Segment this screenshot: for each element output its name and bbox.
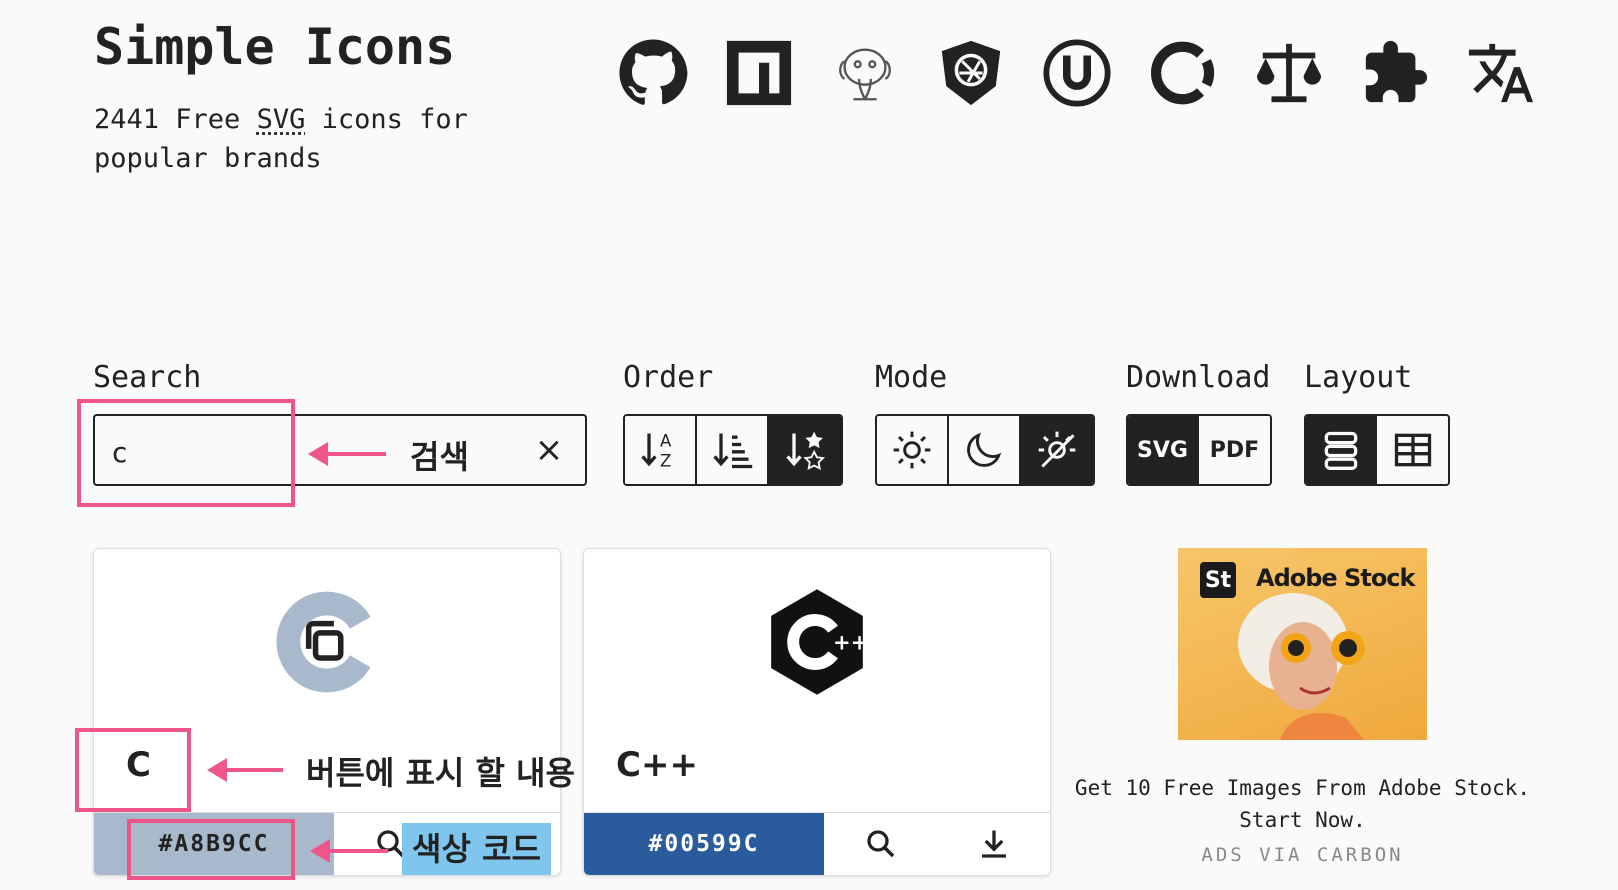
cplusplus-logo-icon: ++ xyxy=(771,589,868,695)
order-alphabetical-button[interactable]: AZ xyxy=(625,416,697,484)
name-arrow xyxy=(207,758,283,782)
c-logo-icon xyxy=(276,591,371,693)
search-highlight-box xyxy=(77,399,295,507)
layout-group xyxy=(1304,414,1450,486)
light-mode-button[interactable] xyxy=(877,416,949,484)
github-icon[interactable] xyxy=(600,30,706,116)
ad-text[interactable]: Get 10 Free Images From Adobe Stock. Sta… xyxy=(1070,772,1535,836)
system-mode-button[interactable] xyxy=(1021,416,1093,484)
svg-text:++: ++ xyxy=(833,629,868,654)
site-subtitle: 2441 Free SVG icons for popular brands xyxy=(94,104,468,174)
search-label: Search xyxy=(93,360,202,395)
ulule-icon[interactable] xyxy=(1024,30,1130,116)
elephant-logo-icon[interactable] xyxy=(812,30,918,116)
mode-group xyxy=(875,414,1095,486)
hex-arrow xyxy=(310,839,388,863)
order-color-button[interactable] xyxy=(697,416,769,484)
translate-icon[interactable] xyxy=(1448,30,1554,116)
card-footer: #00599C xyxy=(584,812,1050,875)
search-arrow xyxy=(308,442,386,466)
button-content-annotation: 버튼에 표시 할 내용 xyxy=(306,754,575,792)
download-icon xyxy=(981,830,1006,858)
ad-photo-illustration xyxy=(1238,593,1365,740)
order-label: Order xyxy=(623,360,714,395)
puzzle-icon[interactable] xyxy=(1342,30,1448,116)
hex-highlight-box xyxy=(127,819,295,880)
color-hex-button[interactable]: #00599C xyxy=(584,813,824,875)
download-icon-button[interactable] xyxy=(937,813,1050,875)
layout-compact-button[interactable] xyxy=(1377,416,1448,484)
order-relevance-button[interactable] xyxy=(769,416,841,484)
svg-abbr: SVG xyxy=(256,104,306,135)
download-group: SVG PDF xyxy=(1126,414,1272,486)
mode-label: Mode xyxy=(875,360,948,395)
icon-card-cpp[interactable]: ++ C++ #00599C xyxy=(583,548,1051,876)
icon-name: C++ xyxy=(616,745,698,785)
svg-text:A: A xyxy=(660,431,672,450)
ad-image[interactable]: St Adobe Stock xyxy=(1178,548,1427,740)
order-group: AZ xyxy=(623,414,843,486)
download-label: Download xyxy=(1126,360,1271,395)
copy-icon xyxy=(305,620,344,661)
ad-via-carbon[interactable]: ADS VIA CARBON xyxy=(1070,844,1535,866)
npm-icon[interactable] xyxy=(706,30,812,116)
shield-icon[interactable] xyxy=(918,30,1024,116)
layout-comfortable-button[interactable] xyxy=(1306,416,1378,484)
layout-label: Layout xyxy=(1304,360,1413,395)
download-svg-button[interactable]: SVG xyxy=(1128,416,1200,484)
site-title: Simple Icons xyxy=(94,18,456,76)
name-highlight-box xyxy=(75,728,191,812)
dark-mode-button[interactable] xyxy=(949,416,1021,484)
preview-button[interactable] xyxy=(824,813,937,875)
clear-search-button[interactable]: × xyxy=(527,428,571,472)
download-pdf-button[interactable]: PDF xyxy=(1199,416,1270,484)
scales-icon[interactable] xyxy=(1236,30,1342,116)
search-annotation: 검색 xyxy=(410,438,469,476)
open-collective-icon[interactable] xyxy=(1130,30,1236,116)
color-code-annotation: 색상 코드 xyxy=(402,823,551,875)
header-links xyxy=(600,30,1554,116)
svg-text:Z: Z xyxy=(660,452,671,471)
search-icon xyxy=(866,830,894,858)
